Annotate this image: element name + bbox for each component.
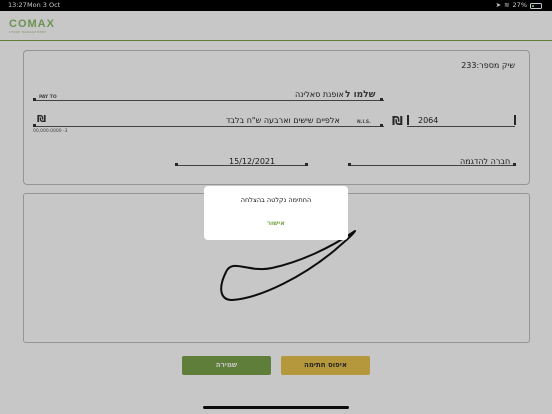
dialog-message: החתימה נקלטה בהצלחה [240,196,312,204]
dialog-ok-button[interactable]: אישור [204,219,348,227]
success-dialog: החתימה נקלטה בהצלחה אישור [204,186,348,240]
